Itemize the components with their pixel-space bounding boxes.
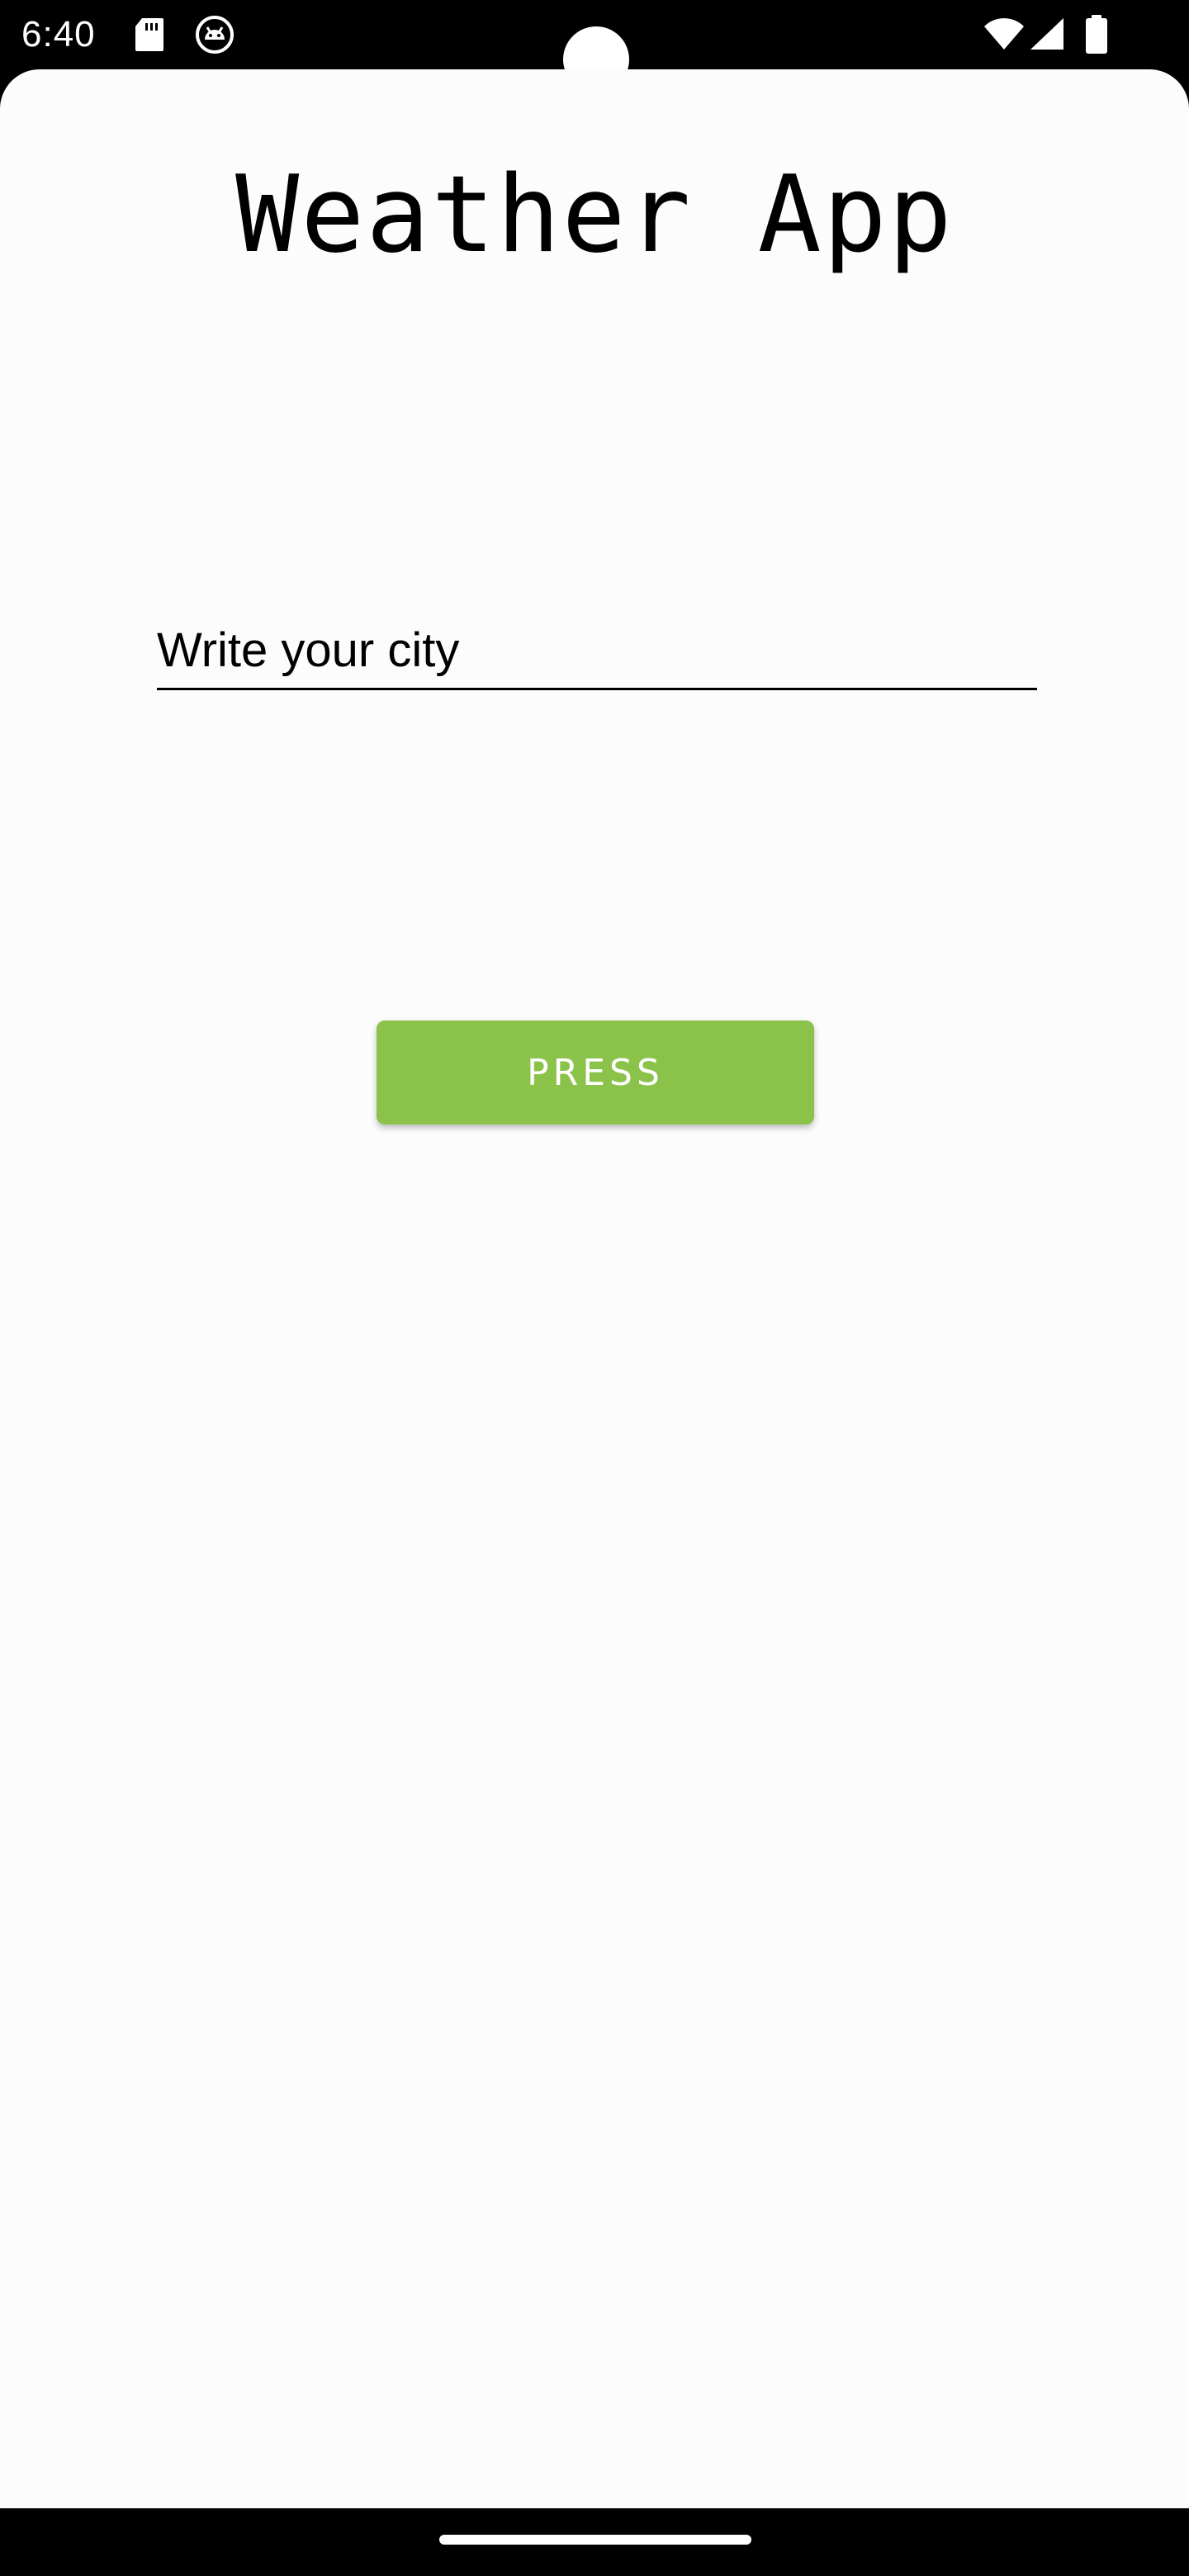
sd-card-icon: [134, 17, 165, 57]
navigation-bar: [0, 2508, 1189, 2576]
status-time: 6:40: [21, 14, 96, 54]
home-handle[interactable]: [439, 2535, 751, 2545]
app-screen: [0, 69, 1189, 2508]
wifi-icon: [983, 17, 1026, 55]
battery-icon: [1085, 15, 1108, 59]
app-title: Weather App: [235, 154, 954, 277]
city-input[interactable]: [157, 623, 1037, 678]
signal-icon: [1029, 17, 1065, 55]
status-bar: 6:40: [0, 0, 1189, 92]
press-button[interactable]: PRESS: [377, 1020, 814, 1125]
android-debug-icon: [195, 15, 234, 59]
city-field[interactable]: [157, 603, 1037, 690]
